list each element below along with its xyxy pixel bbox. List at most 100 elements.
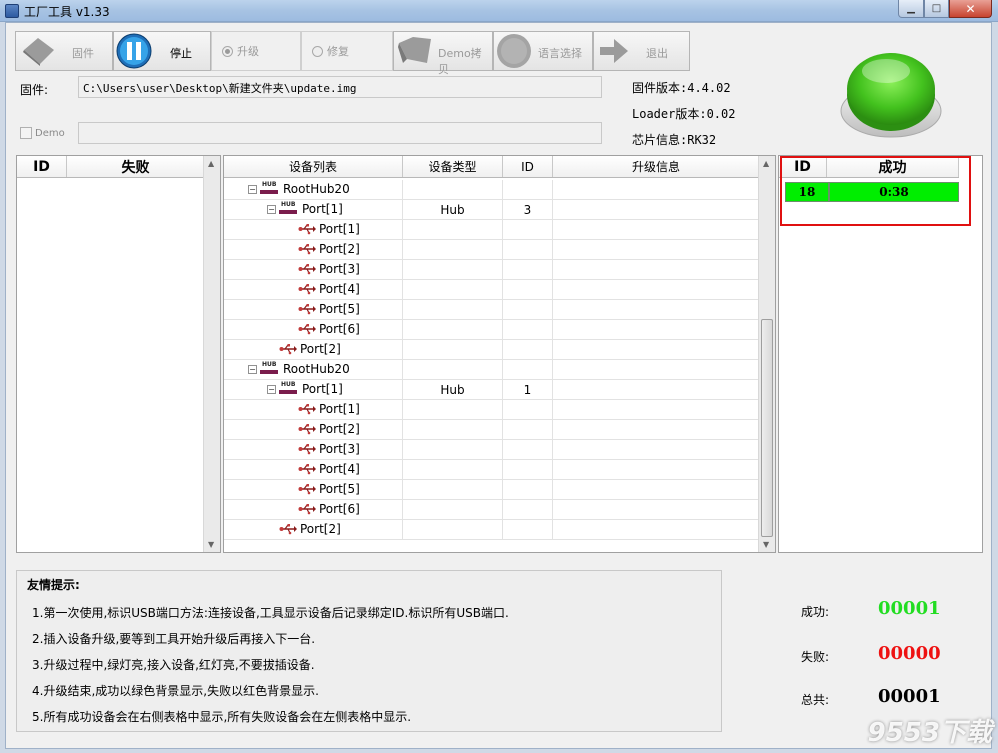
scroll-thumb[interactable] [761,319,773,537]
tree-node-label: Port[1] [302,382,343,396]
tree-node-label: Port[6] [319,322,360,336]
repair-radio[interactable]: 修复 [301,31,393,71]
tree-node[interactable]: − HUB Port[1] [267,201,343,216]
demo-checkbox[interactable]: Demo [20,127,65,139]
scroll-down-icon[interactable]: ▼ [763,540,769,549]
device-type-header[interactable]: 设备类型 [403,156,503,177]
device-id-cell [503,180,553,199]
minimize-button[interactable]: ▁ [898,0,924,18]
firmware-path-field[interactable]: C:\Users\user\Desktop\新建文件夹\update.img [78,76,602,98]
usb-icon [298,224,316,235]
table-row[interactable]: Port[3] [224,440,760,460]
table-row[interactable]: Port[1] [224,220,760,240]
table-row[interactable]: − HUB Port[1] Hub 3 [224,200,760,220]
language-button[interactable]: 语言选择 [493,31,593,71]
tree-node[interactable]: − HUB RootHub20 [248,361,350,376]
tree-node[interactable]: Port[4] [298,462,360,476]
tree-node[interactable]: Port[2] [298,422,360,436]
firmware-button[interactable]: 固件 [15,31,113,71]
tree-node[interactable]: Port[2] [279,522,341,536]
exit-button[interactable]: 退出 [593,31,690,71]
upgrade-info-cell [553,240,760,259]
table-row[interactable]: Port[2] [224,520,760,540]
table-row[interactable]: Port[4] [224,280,760,300]
usb-icon [279,344,297,355]
window-title: 工厂工具 v1.33 [24,5,110,19]
tree-node[interactable]: Port[1] [298,222,360,236]
tree-node[interactable]: Port[6] [298,322,360,336]
scroll-up-icon[interactable]: ▲ [208,159,214,168]
table-row[interactable]: Port[2] [224,240,760,260]
device-table[interactable]: 设备列表 设备类型 ID 升级信息 − HUB RootHub20 − HUB Port[… [223,155,776,553]
table-row[interactable]: Port[1] [224,400,760,420]
window-controls: ▁ □ ✕ [898,0,992,18]
collapse-icon[interactable]: − [248,184,257,194]
device-type-cell [403,400,503,419]
fail-status-header[interactable]: 失败 [67,156,205,177]
tree-node[interactable]: Port[6] [298,502,360,516]
tree-node[interactable]: Port[5] [298,482,360,496]
highlight-box [780,156,971,226]
device-table-scrollbar[interactable]: ▲ ▼ [758,156,775,552]
table-row[interactable]: − HUB Port[1] Hub 1 [224,380,760,400]
collapse-icon[interactable]: − [267,204,276,214]
maximize-button[interactable]: □ [924,0,949,18]
scroll-up-icon[interactable]: ▲ [763,159,769,168]
tree-node[interactable]: Port[3] [298,262,360,276]
device-id-cell: 1 [503,380,553,399]
tree-node[interactable]: − HUB RootHub20 [248,181,350,196]
upgrade-radio[interactable]: 升级 [211,31,301,71]
tree-node-label: Port[2] [300,342,341,356]
device-id-cell [503,480,553,499]
repair-radio-dot [312,45,323,57]
table-row[interactable]: Port[6] [224,500,760,520]
exit-label: 退出 [646,47,668,60]
collapse-icon[interactable]: − [248,364,257,374]
upgrade-radio-label: 升级 [237,45,259,58]
demo-path-field[interactable] [78,122,602,144]
close-button[interactable]: ✕ [949,0,992,18]
device-id-cell [503,360,553,379]
device-type-cell [403,220,503,239]
tree-node[interactable]: − HUB Port[1] [267,381,343,396]
table-row[interactable]: Port[3] [224,260,760,280]
table-row[interactable]: Port[5] [224,300,760,320]
tree-node[interactable]: Port[2] [298,242,360,256]
device-type-cell [403,500,503,519]
usb-icon [298,484,316,495]
status-light-button[interactable] [836,33,946,143]
firmware-button-label: 固件 [72,47,94,60]
device-type-cell [403,340,503,359]
table-row[interactable]: Port[2] [224,420,760,440]
stop-button[interactable]: 停止 [113,31,211,71]
device-id-header[interactable]: ID [503,156,553,177]
tree-node[interactable]: Port[3] [298,442,360,456]
table-row[interactable]: Port[6] [224,320,760,340]
upgrade-info-header[interactable]: 升级信息 [553,156,760,177]
tree-node[interactable]: Port[4] [298,282,360,296]
fail-id-header[interactable]: ID [17,156,67,177]
tree-node[interactable]: Port[1] [298,402,360,416]
upgrade-info-cell [553,280,760,299]
tip-item: 4.升级结束,成功以绿色背景显示,失败以红色背景显示. [32,684,319,698]
tree-node[interactable]: Port[2] [279,342,341,356]
tree-node[interactable]: Port[5] [298,302,360,316]
upgrade-info-cell [553,360,760,379]
collapse-icon[interactable]: − [267,384,276,394]
table-row[interactable]: − HUB RootHub20 [224,180,760,200]
table-row[interactable]: Port[2] [224,340,760,360]
device-list-header[interactable]: 设备列表 [224,156,403,177]
fail-table[interactable]: ID 失败 ▲ ▼ [16,155,221,553]
tip-item: 5.所有成功设备会在右侧表格中显示,所有失败设备会在左侧表格中显示. [32,710,412,724]
demo-checkbox-box[interactable] [20,127,32,139]
table-row[interactable]: Port[4] [224,460,760,480]
scroll-down-icon[interactable]: ▼ [208,540,214,549]
fail-table-scrollbar[interactable]: ▲ ▼ [203,156,220,552]
table-row[interactable]: − HUB RootHub20 [224,360,760,380]
device-type-cell [403,300,503,319]
demo-copy-button[interactable]: Demo拷贝 [393,31,493,76]
device-id-cell [503,460,553,479]
tree-node-label: Port[1] [319,402,360,416]
table-row[interactable]: Port[5] [224,480,760,500]
tree-node-label: Port[3] [319,442,360,456]
